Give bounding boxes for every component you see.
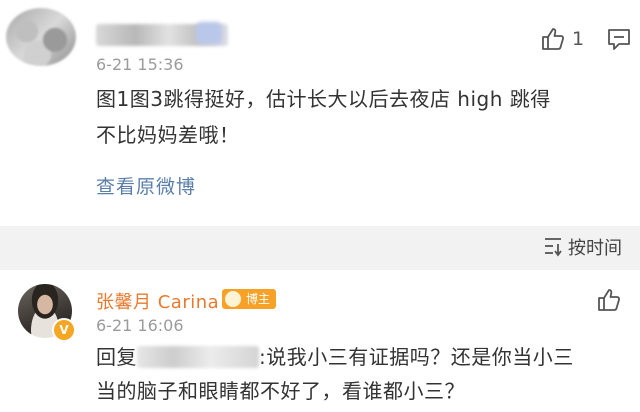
comment-card: 6-21 15:36 图1图3跳得挺好，估计长大以后去夜店 high 跳得 不比… — [0, 0, 640, 226]
username[interactable]: 张馨月 Carina — [96, 288, 219, 314]
comment-icon[interactable] — [606, 26, 632, 52]
comment-text-line-2: 不比妈妈差哦！ — [96, 123, 240, 147]
reply-text-line-1: 回复 :说我小三有证据吗？还是你当小三 — [96, 340, 574, 374]
view-original-link[interactable]: 查看原微博 — [96, 172, 196, 199]
verified-badge-icon: V — [52, 318, 76, 342]
sort-by-time-button[interactable]: 按时间 — [568, 234, 622, 260]
badge-label: 博主 — [246, 292, 271, 306]
comment-timestamp: 6-21 15:36 — [96, 55, 184, 74]
sort-bar: 按时间 — [0, 226, 640, 270]
thumbs-up-icon[interactable] — [540, 26, 566, 52]
comment-timestamp: 6-21 16:06 — [96, 316, 184, 335]
reply-text: :说我小三有证据吗？还是你当小三 — [259, 345, 574, 369]
comment-text-line-1: 图1图3跳得挺好，估计长大以后去夜店 high 跳得 — [96, 87, 551, 111]
verified-icon — [196, 22, 222, 44]
sort-icon[interactable] — [542, 235, 564, 257]
avatar[interactable] — [6, 8, 76, 66]
redacted-username[interactable] — [137, 346, 259, 368]
reply-text-line-2: 当的脑子和眼睛都不好了，看谁都小三？ — [96, 379, 465, 403]
author-badge: 博主 — [222, 289, 277, 309]
reply-prefix: 回复 — [96, 345, 137, 369]
thumbs-up-icon[interactable] — [596, 287, 622, 313]
like-count: 1 — [572, 28, 585, 50]
crown-icon — [225, 291, 241, 307]
